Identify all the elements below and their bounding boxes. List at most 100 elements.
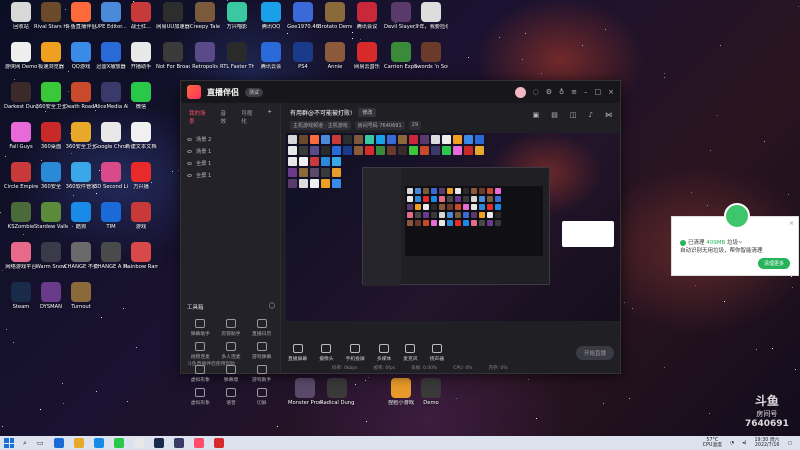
- taskbar-app-icon[interactable]: [53, 438, 64, 448]
- help-link[interactable]: 斗鱼直播伴侣使用帮助: [187, 360, 235, 367]
- desktop-icon[interactable]: Not For Broadcast: [156, 42, 190, 70]
- desktop-icon[interactable]: Devil Slayer Raksasi: [384, 2, 418, 30]
- speaker-button[interactable]: 扬声器: [430, 344, 444, 362]
- gift-icon[interactable]: ▣: [533, 111, 540, 119]
- desktop-icon[interactable]: Creepy Tale: [188, 2, 222, 30]
- desktop-icon[interactable]: 万兴喵影: [220, 2, 254, 30]
- tab-audio[interactable]: 音效: [221, 109, 232, 125]
- bell-icon[interactable]: ♪: [589, 111, 593, 119]
- desktop-icon[interactable]: 360安全卫士: [64, 122, 98, 150]
- search-icon[interactable]: ⌕: [23, 439, 27, 448]
- scene-item[interactable]: 场景 1: [187, 145, 274, 157]
- minimize-icon[interactable]: –: [584, 88, 588, 96]
- close-icon[interactable]: ×: [789, 220, 794, 227]
- desktop-icon[interactable]: AliceMedia AIGCentral: [94, 82, 128, 110]
- desktop-icon[interactable]: 360桌面: [34, 122, 68, 150]
- tab-visual[interactable]: 可视化: [241, 109, 257, 125]
- network-icon[interactable]: ◔: [730, 441, 734, 446]
- clock[interactable]: 19:30 周六 2022/7/16: [754, 438, 779, 449]
- toolbox-item[interactable]: 游戏助手: [246, 365, 277, 383]
- taskbar-app-icon[interactable]: [193, 438, 204, 448]
- volume-icon[interactable]: ◂): [742, 441, 746, 446]
- desktop-icon[interactable]: 斗鱼直播伴侣: [64, 2, 98, 30]
- headset-icon[interactable]: ◌: [533, 88, 539, 96]
- microphone-button[interactable]: 麦克风: [403, 344, 418, 362]
- desktop-icon[interactable]: DYSMAN: [34, 282, 68, 310]
- toolbox-item[interactable]: 视频连麦: [185, 342, 216, 360]
- desktop-icon[interactable]: Rainbow Rampage: [124, 242, 158, 270]
- shop-icon[interactable]: ◫: [570, 111, 577, 119]
- media-button[interactable]: 多媒体: [377, 344, 391, 362]
- desktop-icon[interactable]: Rival Stars Horse Ra...: [34, 2, 68, 30]
- toolbox-item[interactable]: 切屏: [246, 388, 277, 406]
- eye-icon[interactable]: [187, 137, 192, 141]
- stream-preview[interactable]: [286, 133, 620, 321]
- desktop-icon[interactable]: 捏脸小游戏: [384, 378, 418, 406]
- desktop-icon[interactable]: 万兴播: [124, 162, 158, 190]
- task-view-icon[interactable]: ▭: [37, 439, 44, 447]
- toolbox-item[interactable]: 直播日历: [246, 319, 277, 337]
- taskbar-app-icon[interactable]: [173, 438, 184, 448]
- desktop-icon[interactable]: 腾讯会议: [350, 2, 384, 30]
- desktop-icon[interactable]: 酷狗: [64, 202, 98, 230]
- desktop-icon[interactable]: Fall Guys: [4, 122, 38, 150]
- desktop-icon[interactable]: 开播助手: [124, 42, 158, 70]
- desktop-icon[interactable]: QQ游戏: [64, 42, 98, 70]
- phone-cast-button[interactable]: 手机投屏: [346, 344, 365, 362]
- desktop-icon[interactable]: 腾讯云会: [254, 42, 288, 70]
- scene-item[interactable]: 全屏 1: [187, 157, 274, 169]
- menu-icon[interactable]: ≡: [571, 88, 577, 96]
- edit-title-button[interactable]: 修改: [358, 108, 377, 117]
- desktop-icon[interactable]: 网易云音乐: [350, 42, 384, 70]
- start-live-button[interactable]: 开始直播: [575, 346, 614, 360]
- toolbox-item[interactable]: 房管助手: [216, 319, 247, 337]
- toolbox-item[interactable]: 虚拟形象: [185, 388, 216, 406]
- taskbar-app-icon[interactable]: [133, 438, 144, 448]
- desktop-icon[interactable]: Carrion Expedition: [384, 42, 418, 70]
- camera-button[interactable]: 摄像头: [319, 344, 334, 362]
- desktop-icon[interactable]: Warm Snow: [34, 242, 68, 270]
- desktop-icon[interactable]: 360安全: [34, 162, 68, 190]
- desktop-icon[interactable]: Radical Dunge...: [320, 378, 354, 406]
- desktop-icon[interactable]: Death Road to Canada: [64, 82, 98, 110]
- desktop-icon[interactable]: 迅雷X播放器: [94, 42, 128, 70]
- taskbar-app-icon[interactable]: [73, 438, 84, 448]
- desktop-icon[interactable]: Annie: [318, 42, 352, 70]
- tab-my-scenes[interactable]: 我的场景: [189, 109, 211, 125]
- screen-capture-button[interactable]: 直播屏幕: [288, 344, 307, 362]
- desktop-icon[interactable]: Google Chrome: [94, 122, 128, 150]
- desktop-icon[interactable]: 腾讯QQ: [254, 2, 288, 30]
- desktop-icon[interactable]: Brotato Demo: [318, 2, 352, 30]
- toolbox-item[interactable]: 弹幕助手: [185, 319, 216, 337]
- desktop-icon[interactable]: 微信: [124, 82, 158, 110]
- close-icon[interactable]: ×: [608, 88, 614, 96]
- start-menu-icon[interactable]: [4, 438, 14, 448]
- desktop-icon[interactable]: Gee1970.46: [286, 2, 320, 30]
- desktop-icon[interactable]: 回收站: [4, 2, 38, 30]
- desktop-icon[interactable]: 游戏: [124, 202, 158, 230]
- calendar-icon[interactable]: ▤: [551, 111, 558, 119]
- desktop-icon[interactable]: Monster Prom: [288, 378, 322, 406]
- notification-center-icon[interactable]: ▢: [787, 441, 792, 446]
- desktop-icon[interactable]: CHANGE A Homeles...: [94, 242, 128, 270]
- desktop-icon[interactable]: 极速浏览器: [34, 42, 68, 70]
- desktop-icon[interactable]: TIM: [94, 202, 128, 230]
- taskbar-app-icon[interactable]: [213, 438, 224, 448]
- desktop-icon[interactable]: Swords 'n Souls Ne...: [414, 42, 448, 70]
- desktop-icon[interactable]: 网络游戏平台: [4, 242, 38, 270]
- desktop-icon[interactable]: 网易UU加速器: [156, 2, 190, 30]
- desktop-icon[interactable]: 3D Second Life: [94, 162, 128, 190]
- user-avatar[interactable]: [514, 86, 526, 98]
- desktop-icon[interactable]: RTL Faster Than Light: [220, 42, 254, 70]
- toolbox-item[interactable]: 游戏弹幕: [246, 342, 277, 360]
- desktop-icon[interactable]: 战士红...: [124, 2, 158, 30]
- taskbar-app-icon[interactable]: [93, 438, 104, 448]
- eye-icon[interactable]: [187, 149, 192, 153]
- desktop-icon[interactable]: Stardew Valley: [34, 202, 68, 230]
- eye-icon[interactable]: [187, 173, 192, 177]
- desktop-icon[interactable]: KSZombie: [4, 202, 38, 230]
- desktop-icon[interactable]: Turnout: [64, 282, 98, 310]
- desktop-icon[interactable]: 360软件管家: [64, 162, 98, 190]
- desktop-icon[interactable]: 360安全卫士: [34, 82, 68, 110]
- desktop-icon[interactable]: 少年，我要捡垃圾: [414, 2, 448, 30]
